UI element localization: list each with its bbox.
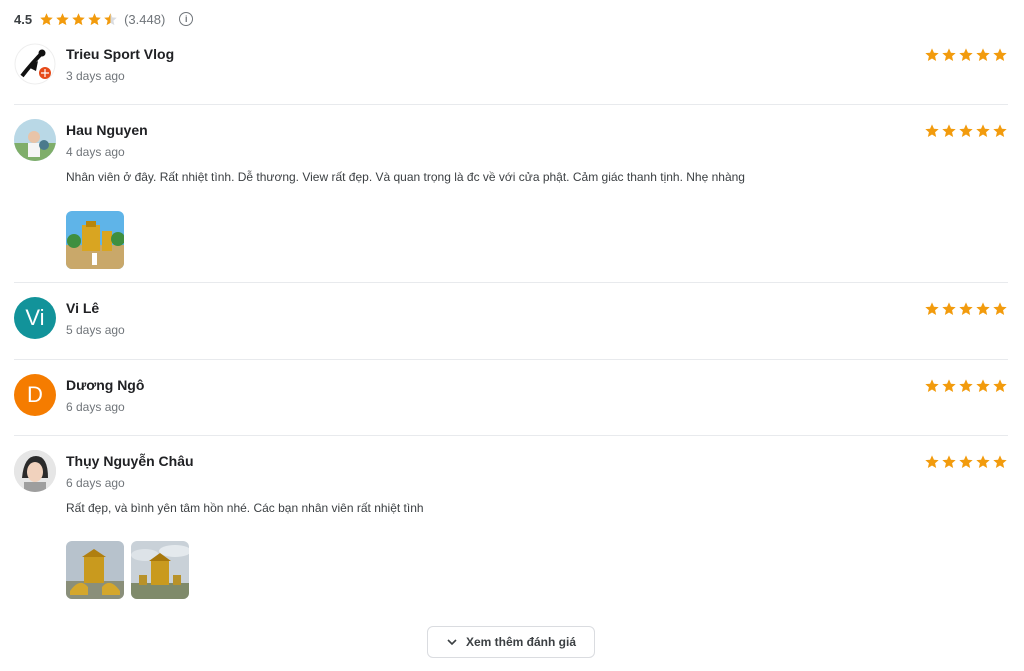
review-stars xyxy=(924,378,1008,394)
review-text: Nhân viên ở đây. Rất nhiệt tình. Dễ thươ… xyxy=(66,170,745,184)
review-photos xyxy=(66,541,189,599)
review-photo[interactable] xyxy=(66,541,124,599)
star-icon xyxy=(924,123,940,139)
avatar[interactable] xyxy=(14,450,56,492)
rating-summary: 4.5 (3.448) i xyxy=(14,10,194,28)
review-stars xyxy=(924,454,1008,470)
chevron-down-icon xyxy=(447,639,457,646)
star-icon xyxy=(992,378,1008,394)
star-icon xyxy=(55,12,70,27)
star-icon xyxy=(975,301,991,317)
review-time: 4 days ago xyxy=(66,145,125,159)
divider xyxy=(14,282,1008,283)
summary-stars xyxy=(39,12,118,27)
star-icon xyxy=(941,378,957,394)
star-icon xyxy=(941,123,957,139)
star-icon xyxy=(992,454,1008,470)
avatar-initial: D xyxy=(27,382,43,407)
review-item: Thụy Nguyễn Châu 6 days ago Rất đẹp, và … xyxy=(14,450,1008,602)
review-photo[interactable] xyxy=(131,541,189,599)
divider xyxy=(14,359,1008,360)
avatar[interactable] xyxy=(14,119,56,161)
review-time: 6 days ago xyxy=(66,400,125,414)
review-time: 3 days ago xyxy=(66,69,125,83)
star-icon xyxy=(992,301,1008,317)
review-stars xyxy=(924,301,1008,317)
reviewer-name[interactable]: Dương Ngô xyxy=(66,377,144,393)
reviewer-name[interactable]: Hau Nguyen xyxy=(66,122,148,138)
review-photo[interactable] xyxy=(66,211,124,269)
review-count: (3.448) xyxy=(124,11,166,27)
review-item: D Dương Ngô 6 days ago xyxy=(14,374,1008,424)
avatar[interactable] xyxy=(14,43,56,85)
avatar[interactable]: Vi xyxy=(14,297,56,339)
review-photos xyxy=(66,211,124,269)
review-time: 5 days ago xyxy=(66,323,125,337)
star-icon xyxy=(71,12,86,27)
star-icon xyxy=(958,378,974,394)
star-icon xyxy=(941,454,957,470)
star-icon xyxy=(924,378,940,394)
avatar[interactable]: D xyxy=(14,374,56,416)
average-rating: 4.5 xyxy=(14,11,33,27)
star-icon xyxy=(924,454,940,470)
reviewer-name[interactable]: Thụy Nguyễn Châu xyxy=(66,453,194,469)
review-text: Rất đẹp, và bình yên tâm hồn nhé. Các bạ… xyxy=(66,501,424,515)
star-icon xyxy=(958,454,974,470)
star-icon xyxy=(941,301,957,317)
star-icon xyxy=(924,47,940,63)
divider xyxy=(14,104,1008,105)
star-icon xyxy=(975,378,991,394)
info-icon[interactable]: i xyxy=(179,12,194,26)
reviewer-name[interactable]: Trieu Sport Vlog xyxy=(66,46,174,62)
star-icon xyxy=(992,47,1008,63)
star-icon xyxy=(975,47,991,63)
avatar-initial: Vi xyxy=(25,305,45,330)
star-icon xyxy=(975,123,991,139)
star-icon xyxy=(975,454,991,470)
review-time: 6 days ago xyxy=(66,476,125,490)
review-item: Vi Vi Lê 5 days ago xyxy=(14,297,1008,347)
review-stars xyxy=(924,47,1008,63)
review-stars xyxy=(924,123,1008,139)
more-reviews-label: Xem thêm đánh giá xyxy=(465,635,577,649)
star-icon xyxy=(958,47,974,63)
more-reviews-button[interactable]: Xem thêm đánh giá xyxy=(427,626,595,658)
review-item: Trieu Sport Vlog 3 days ago xyxy=(14,43,1008,93)
star-icon xyxy=(958,123,974,139)
divider xyxy=(14,435,1008,436)
star-icon xyxy=(87,12,102,27)
reviewer-name[interactable]: Vi Lê xyxy=(66,300,99,316)
star-icon xyxy=(958,301,974,317)
half-star-icon xyxy=(103,12,118,27)
review-item: Hau Nguyen 4 days ago Nhân viên ở đây. R… xyxy=(14,119,1008,271)
star-icon xyxy=(941,47,957,63)
star-icon xyxy=(924,301,940,317)
star-icon xyxy=(39,12,54,27)
star-icon xyxy=(992,123,1008,139)
